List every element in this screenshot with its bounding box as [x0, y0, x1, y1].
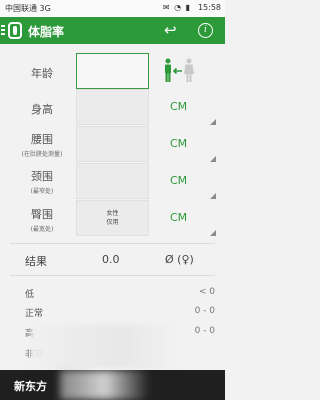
- height-unit-select[interactable]: CM: [158, 89, 216, 125]
- range-name: 低: [25, 290, 35, 300]
- divider: [10, 243, 215, 244]
- waist-sub-label: (在肚脐处测量): [21, 151, 63, 158]
- divider: [10, 275, 215, 276]
- banner-text: 新东方: [14, 380, 47, 393]
- waist-label: 腰围 (在肚脐处测量): [10, 131, 74, 158]
- neck-unit-select[interactable]: CM: [158, 163, 216, 199]
- dropdown-corner-icon: [210, 230, 216, 236]
- height-input[interactable]: [76, 89, 149, 125]
- dropdown-corner-icon: [210, 193, 216, 199]
- result-value: 0.0: [102, 253, 120, 266]
- back-icon[interactable]: ↩: [164, 21, 177, 39]
- range-value: 0 - 0: [194, 326, 215, 336]
- age-label: 年龄: [31, 67, 53, 80]
- title-bar: 体脂率 ↩ i: [0, 17, 225, 44]
- age-input[interactable]: [76, 53, 149, 89]
- range-value: 0 - 0: [194, 306, 215, 316]
- neck-input[interactable]: [76, 163, 149, 199]
- app-logo-icon: [8, 22, 22, 39]
- range-row-low: 低 < 0: [25, 287, 215, 301]
- hip-label: 臀围 (最宽处): [25, 206, 59, 233]
- bottom-banner[interactable]: 新东方: [0, 370, 225, 400]
- carrier-label: 中国联通 3G: [5, 4, 51, 13]
- neck-unit-text: CM: [170, 174, 188, 187]
- hip-input-hint: 女性 仅用: [106, 210, 119, 226]
- menu-icon[interactable]: [1, 23, 5, 38]
- range-value: < 0: [198, 287, 215, 297]
- neck-sub-label: (最窄处): [30, 188, 54, 195]
- clock: 15:58: [197, 3, 221, 12]
- waist-input[interactable]: [76, 126, 149, 162]
- status-bar: 中国联通 3G ✉ ◔ ▮ 15:58: [0, 0, 225, 17]
- app-title: 体脂率: [28, 25, 65, 39]
- waist-unit-select[interactable]: CM: [158, 126, 216, 162]
- neck-label: 颈围 (最窄处): [25, 168, 59, 195]
- gender-toggle-icon[interactable]: [163, 58, 197, 84]
- range-row-normal: 正常 0 - 0: [25, 306, 215, 320]
- dropdown-corner-icon: [210, 119, 216, 125]
- banner-fade: [60, 370, 150, 400]
- height-unit-text: CM: [170, 100, 188, 113]
- range-name: 正常: [25, 309, 44, 319]
- hip-unit-select[interactable]: CM: [158, 200, 216, 236]
- info-icon[interactable]: i: [198, 23, 213, 38]
- hip-input[interactable]: 女性 仅用: [76, 200, 149, 236]
- system-icons: ✉ ◔ ▮: [162, 3, 191, 12]
- result-unit: Ø (♀): [165, 253, 194, 266]
- hip-unit-text: CM: [170, 211, 188, 224]
- height-label: 身高: [31, 103, 53, 116]
- dropdown-corner-icon: [210, 156, 216, 162]
- waist-unit-text: CM: [170, 137, 188, 150]
- result-label: 结果: [25, 255, 47, 268]
- blur-overlay: [30, 325, 180, 370]
- hip-sub-label: (最宽处): [30, 226, 54, 233]
